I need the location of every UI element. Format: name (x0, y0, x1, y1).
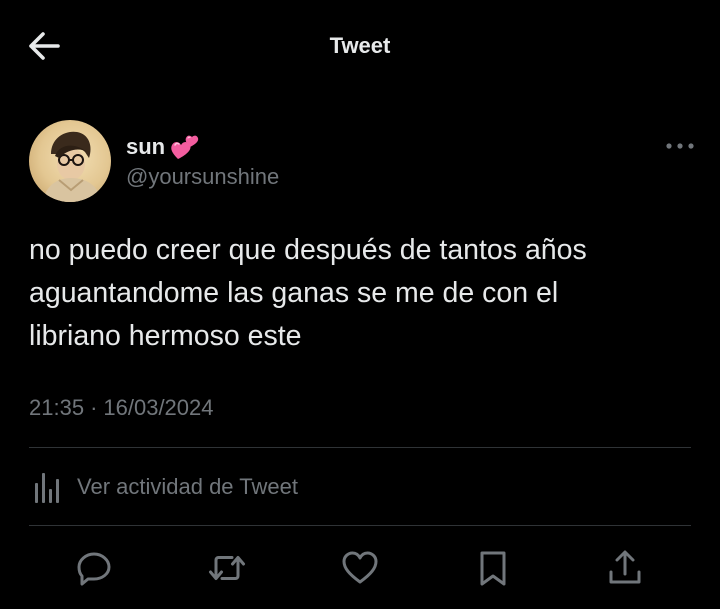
tweet-author: sun @yoursunshine (29, 120, 699, 204)
analytics-icon (35, 473, 59, 503)
divider (29, 447, 691, 448)
share-button[interactable] (605, 548, 645, 588)
avatar[interactable] (29, 120, 111, 202)
share-icon (609, 550, 641, 584)
reply-bubble-icon (77, 552, 111, 586)
two-hearts-icon (171, 135, 199, 159)
heart-icon (342, 551, 378, 584)
more-horizontal-icon (666, 143, 694, 149)
top-bar: Tweet (0, 0, 720, 92)
avatar-photo (29, 120, 111, 202)
retweet-button[interactable] (207, 548, 247, 588)
tweet-text: no puedo creer que después de tantos año… (29, 234, 587, 352)
user-handle[interactable]: @yoursunshine (126, 164, 279, 190)
tweet-time: 21:35 (29, 395, 85, 420)
more-options-button[interactable] (663, 136, 697, 156)
display-name: sun (126, 134, 166, 159)
divider (29, 525, 691, 526)
bookmark-button[interactable] (473, 548, 513, 588)
activity-label: Ver actividad de Tweet (77, 474, 298, 499)
reply-button[interactable] (74, 548, 114, 588)
tweet-timestamp[interactable]: 21:35 · 16/03/2024 (29, 395, 214, 421)
retweet-icon (209, 556, 245, 580)
tweet-date: 16/03/2024 (103, 395, 214, 420)
like-button[interactable] (340, 548, 380, 588)
meta-separator: · (90, 395, 98, 420)
view-tweet-activity-link[interactable]: Ver actividad de Tweet (29, 467, 298, 507)
page-title: Tweet (329, 33, 391, 58)
bookmark-icon (480, 551, 506, 586)
display-name-link[interactable]: sun (126, 132, 200, 162)
